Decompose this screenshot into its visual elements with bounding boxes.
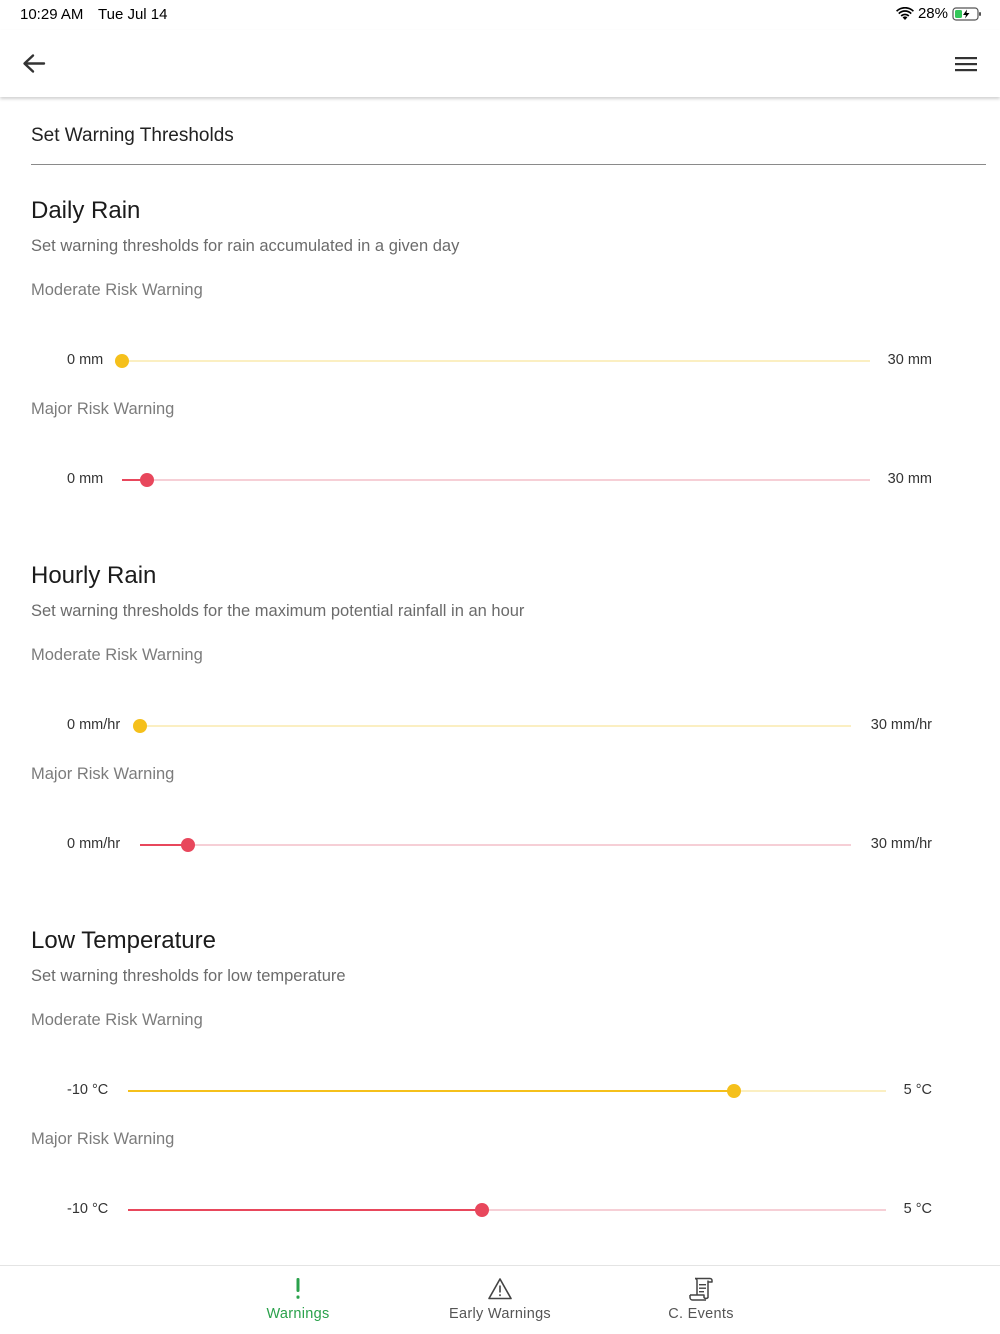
slider-fill [128, 1209, 482, 1211]
slider-max-label: 30 mm [887, 352, 932, 368]
status-bar: 10:29 AM Tue Jul 14 28% [0, 0, 1000, 30]
heading-divider [31, 164, 986, 165]
menu-button[interactable] [950, 48, 982, 80]
moderate-risk-slider: 0 mm/hr 30 mm/hr [0, 714, 1000, 738]
moderate-risk-label: Moderate Risk Warning [31, 281, 203, 299]
slider-thumb[interactable] [115, 354, 129, 368]
section-title: Hourly Rain [31, 562, 157, 589]
slider-max-label: 5 °C [903, 1201, 932, 1217]
slider-thumb[interactable] [474, 1203, 489, 1217]
exclamation-icon [296, 1278, 300, 1299]
slider-track[interactable] [122, 473, 870, 487]
nav-label: C. Events [668, 1306, 734, 1322]
slider-max-label: 30 mm [887, 471, 932, 487]
hamburger-menu-icon [955, 57, 977, 72]
major-risk-slider: 0 mm/hr 30 mm/hr [0, 833, 1000, 857]
battery-percent: 28% [917, 5, 948, 22]
slider-min-label: 0 mm [67, 352, 104, 368]
status-indicators: 28% [895, 5, 982, 22]
moderate-risk-slider: -10 °C 5 °C [0, 1079, 1000, 1103]
major-risk-label: Major Risk Warning [31, 400, 175, 418]
slider-min-label: 0 mm/hr [67, 836, 121, 852]
slider-thumb[interactable] [727, 1084, 742, 1098]
slider-max-label: 30 mm/hr [870, 836, 932, 852]
slider-fill [128, 1090, 735, 1092]
battery-charging-icon [952, 6, 982, 22]
slider-track[interactable] [115, 354, 870, 368]
slider-min-label: -10 °C [67, 1201, 109, 1217]
slider-max-label: 30 mm/hr [870, 717, 932, 733]
status-time: 10:29 AM [20, 6, 84, 23]
moderate-risk-slider: 0 mm 30 mm [0, 349, 1000, 373]
bottom-navigation: Warnings Early Warnings C. Events [0, 1265, 1000, 1334]
slider-min-label: 0 mm/hr [67, 717, 121, 733]
thresholds-content[interactable]: Set Warning Thresholds Daily Rain Set wa… [0, 97, 1000, 1265]
slider-track[interactable] [128, 1203, 886, 1217]
wifi-icon [895, 6, 914, 21]
nav-label: Warnings [266, 1306, 330, 1322]
slider-thumb[interactable] [133, 719, 147, 733]
status-date: Tue Jul 14 [98, 6, 168, 23]
slider-track[interactable] [128, 1084, 886, 1098]
section-title: Daily Rain [31, 197, 141, 224]
major-risk-slider: 0 mm 30 mm [0, 468, 1000, 492]
slider-min-label: -10 °C [67, 1082, 109, 1098]
moderate-risk-label: Moderate Risk Warning [31, 1011, 203, 1029]
section-description: Set warning thresholds for low temperatu… [31, 967, 346, 985]
arrow-left-icon [23, 54, 46, 73]
section-description: Set warning thresholds for rain accumula… [31, 237, 460, 255]
nav-item-warnings[interactable]: Warnings [218, 1266, 378, 1334]
moderate-risk-label: Moderate Risk Warning [31, 646, 203, 664]
slider-thumb[interactable] [139, 473, 154, 487]
slider-track[interactable] [133, 719, 851, 733]
major-risk-label: Major Risk Warning [31, 765, 175, 783]
major-risk-slider: -10 °C 5 °C [0, 1198, 1000, 1222]
section-description: Set warning thresholds for the maximum p… [31, 602, 525, 620]
app-bar [0, 30, 1000, 97]
slider-max-label: 5 °C [903, 1082, 932, 1098]
scroll-document-icon [689, 1277, 713, 1301]
section-title: Low Temperature [31, 927, 216, 954]
slider-track[interactable] [140, 838, 851, 852]
nav-label: Early Warnings [449, 1306, 551, 1322]
slider-min-label: 0 mm [67, 471, 104, 487]
page-title: Set Warning Thresholds [31, 125, 234, 146]
major-risk-label: Major Risk Warning [31, 1130, 175, 1148]
back-button[interactable] [18, 48, 50, 80]
nav-item-early-warnings[interactable]: Early Warnings [420, 1266, 580, 1334]
warning-triangle-icon [488, 1278, 512, 1300]
nav-item-c-events[interactable]: C. Events [621, 1266, 781, 1334]
slider-thumb[interactable] [180, 838, 195, 852]
